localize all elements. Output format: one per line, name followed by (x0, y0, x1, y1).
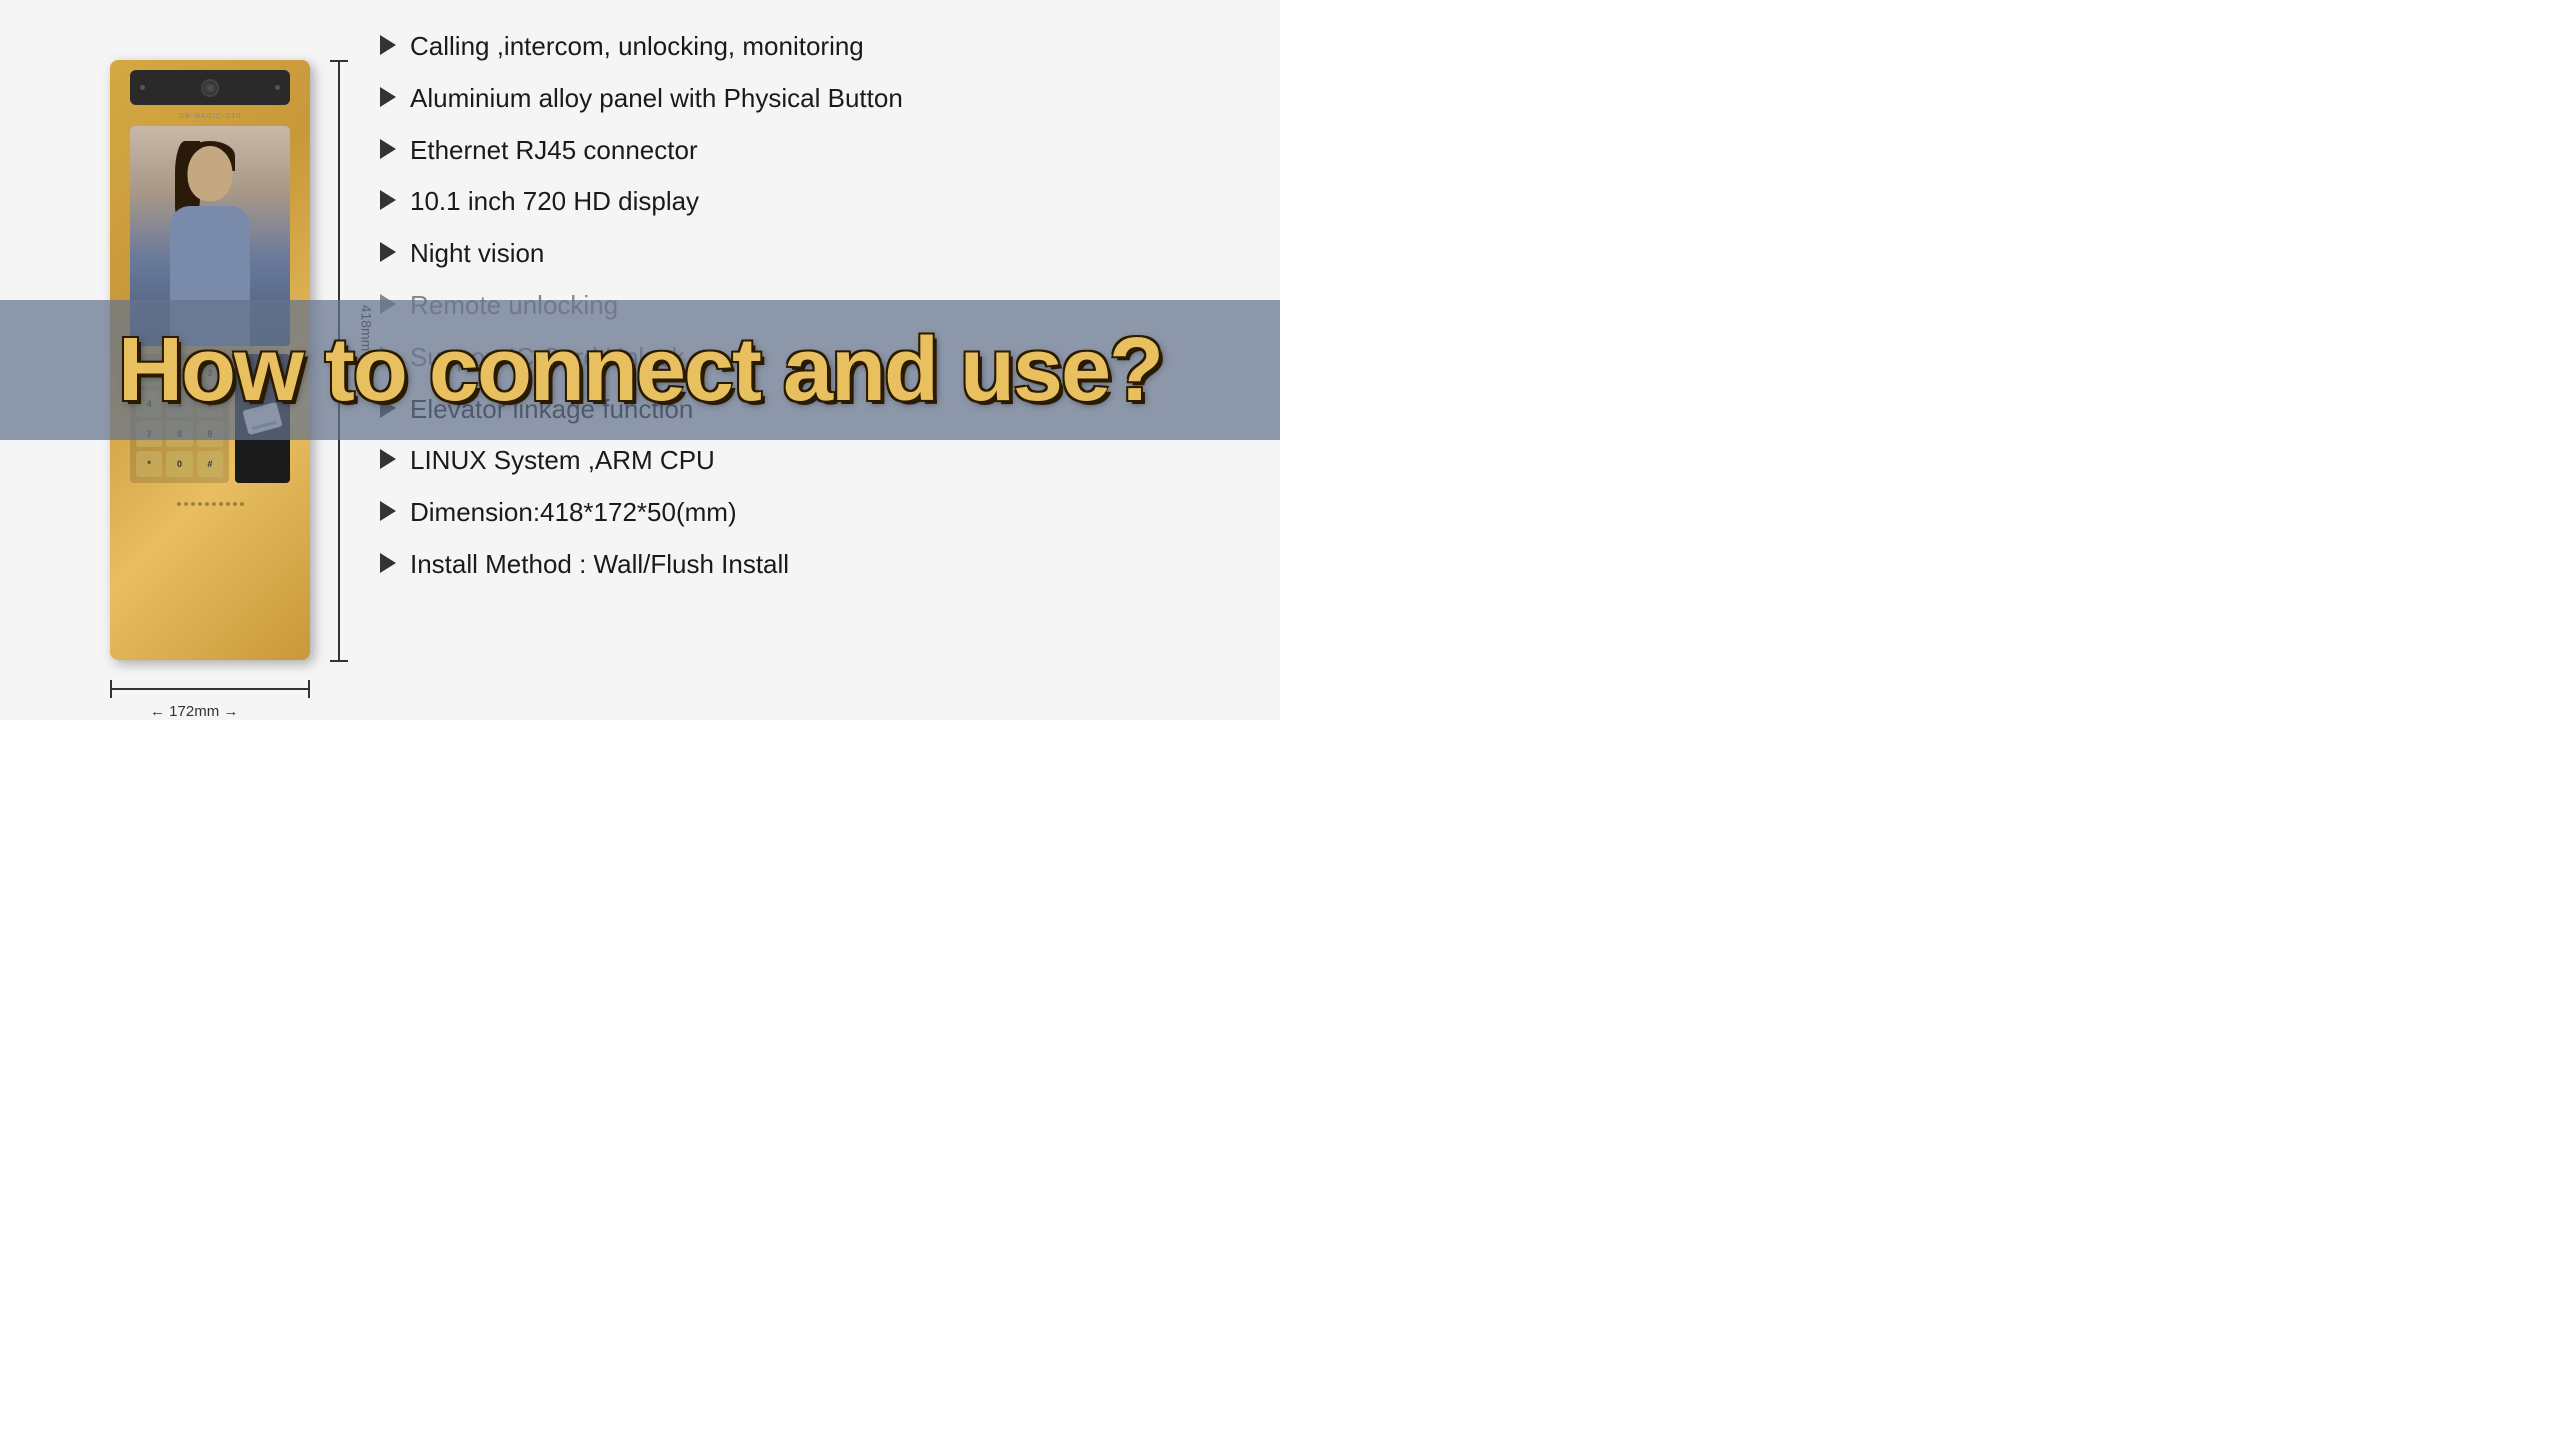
feature-item: LINUX System ,ARM CPU (380, 444, 1240, 478)
camera-dot-left (140, 85, 145, 90)
speaker-dot (205, 502, 209, 506)
overlay-text: How to connect and use? (118, 319, 1162, 422)
bullet-icon (380, 190, 396, 210)
feature-text: Dimension:418*172*50(mm) (410, 496, 737, 530)
bullet-icon (380, 35, 396, 55)
bullet-icon (380, 139, 396, 159)
dim-label-horizontal: ← 172mm → (150, 703, 238, 720)
feature-item: Calling ,intercom, unlocking, monitoring (380, 30, 1240, 64)
feature-item: Night vision (380, 237, 1240, 271)
bullet-icon (380, 553, 396, 573)
bullet-icon (380, 449, 396, 469)
bullet-icon (380, 242, 396, 262)
dim-top-tick (330, 60, 348, 62)
speaker-dot (191, 502, 195, 506)
speaker-dot (198, 502, 202, 506)
feature-text: Aluminium alloy panel with Physical Butt… (410, 82, 903, 116)
overlay-banner: How to connect and use? (0, 300, 1280, 440)
speaker-dot (226, 502, 230, 506)
key-0: 0 (166, 451, 192, 477)
camera-bar (130, 70, 290, 105)
camera-lens (201, 79, 219, 97)
speaker (150, 495, 270, 513)
feature-text: Night vision (410, 237, 544, 271)
feature-item: Ethernet RJ45 connector (380, 134, 1240, 168)
feature-text: 10.1 inch 720 HD display (410, 185, 699, 219)
feature-text: LINUX System ,ARM CPU (410, 444, 715, 478)
feature-item: Dimension:418*172*50(mm) (380, 496, 1240, 530)
speaker-dot (233, 502, 237, 506)
speaker-dot (240, 502, 244, 506)
feature-text: Install Method : Wall/Flush Install (410, 548, 789, 582)
device-brand: GB-MAGIC-C10 (179, 113, 242, 120)
key-hash: # (197, 451, 223, 477)
camera-dot-right (275, 85, 280, 90)
person-head (188, 146, 233, 201)
speaker-dot (177, 502, 181, 506)
speaker-dot (219, 502, 223, 506)
feature-item: 10.1 inch 720 HD display (380, 185, 1240, 219)
feature-item: Aluminium alloy panel with Physical Butt… (380, 82, 1240, 116)
feature-text: Calling ,intercom, unlocking, monitoring (410, 30, 864, 64)
dim-right-tick (308, 680, 310, 698)
dim-bottom-tick (330, 660, 348, 662)
feature-text: Ethernet RJ45 connector (410, 134, 698, 168)
speaker-dot (184, 502, 188, 506)
dim-line-horizontal (110, 688, 310, 690)
dim-left-tick (110, 680, 112, 698)
page-container: 418mm ← 172mm → GB-MAGIC-C10 (0, 0, 1280, 720)
speaker-dot (212, 502, 216, 506)
bullet-icon (380, 501, 396, 521)
bullet-icon (380, 87, 396, 107)
key-star: * (136, 451, 162, 477)
feature-item: Install Method : Wall/Flush Install (380, 548, 1240, 582)
